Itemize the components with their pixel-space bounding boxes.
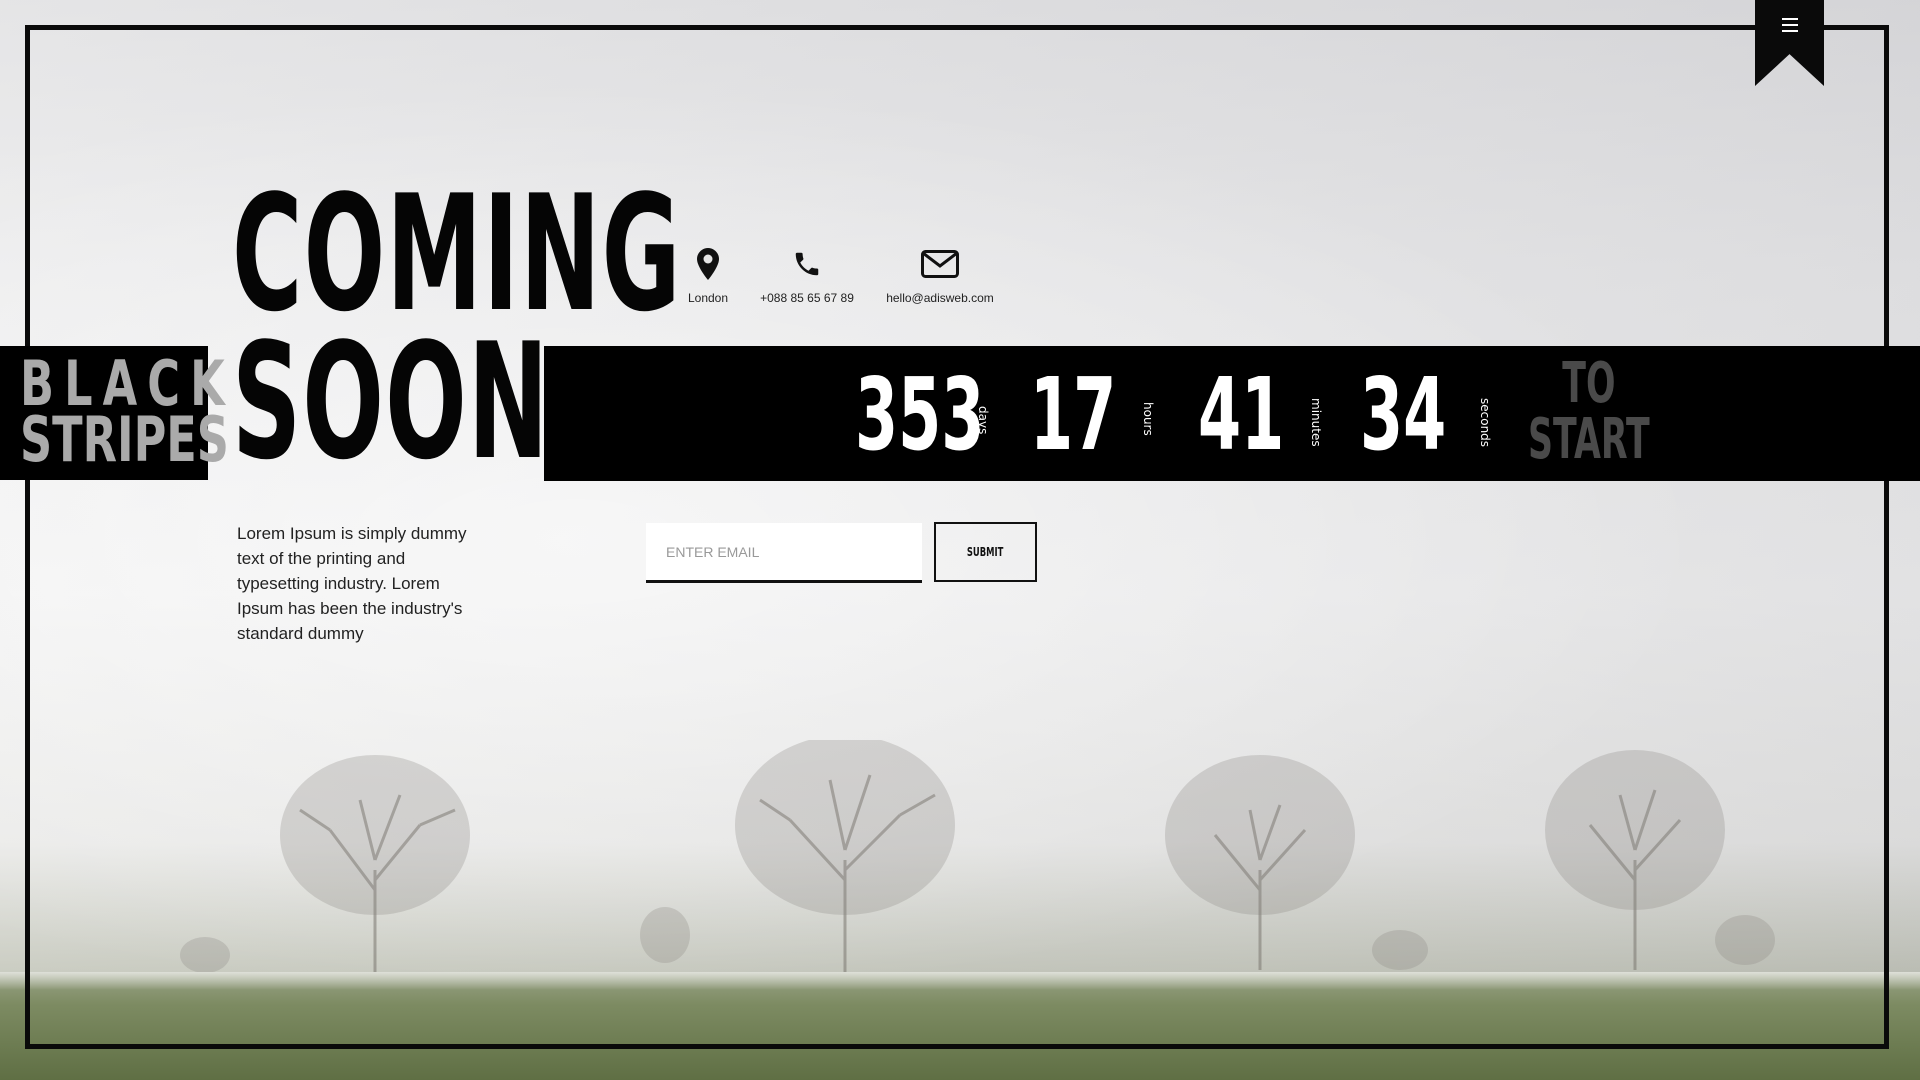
phone-icon: [752, 246, 862, 282]
brand-logo[interactable]: BLACK STRIPES: [20, 353, 235, 476]
countdown-suffix-line-2: START: [1528, 407, 1650, 472]
submit-button-label: SUBMIT: [967, 545, 1004, 559]
description-text: Lorem Ipsum is simply dummy text of the …: [237, 524, 467, 643]
contact-phone-text[interactable]: +088 85 65 67 89: [752, 291, 862, 305]
envelope-icon: [878, 246, 1002, 282]
email-input[interactable]: [646, 523, 922, 583]
countdown-minutes-value: 41: [1198, 356, 1285, 473]
contact-phone: +088 85 65 67 89: [752, 246, 862, 305]
page-title: COMING SOON: [232, 174, 682, 482]
map-pin-icon: [672, 246, 744, 282]
title-line-2: SOON: [232, 308, 550, 495]
contact-location-text: London: [687, 291, 729, 305]
countdown-days-label: days: [976, 406, 990, 435]
contact-location: London: [672, 246, 744, 305]
countdown-hours-value: 17: [1030, 356, 1117, 473]
contact-email-text[interactable]: hello@adisweb.com: [878, 291, 1002, 305]
submit-button[interactable]: SUBMIT: [934, 522, 1037, 582]
countdown-seconds-value: 34: [1360, 356, 1447, 473]
countdown-days-value: 353: [855, 356, 985, 473]
contact-email: hello@adisweb.com: [878, 246, 1002, 305]
countdown-suffix: TO START: [1528, 356, 1650, 468]
countdown-minutes-label: minutes: [1309, 398, 1323, 447]
countdown-seconds-label: seconds: [1478, 398, 1492, 448]
countdown-hours-label: hours: [1141, 402, 1155, 436]
brand-line-2: STRIPES: [20, 403, 229, 476]
